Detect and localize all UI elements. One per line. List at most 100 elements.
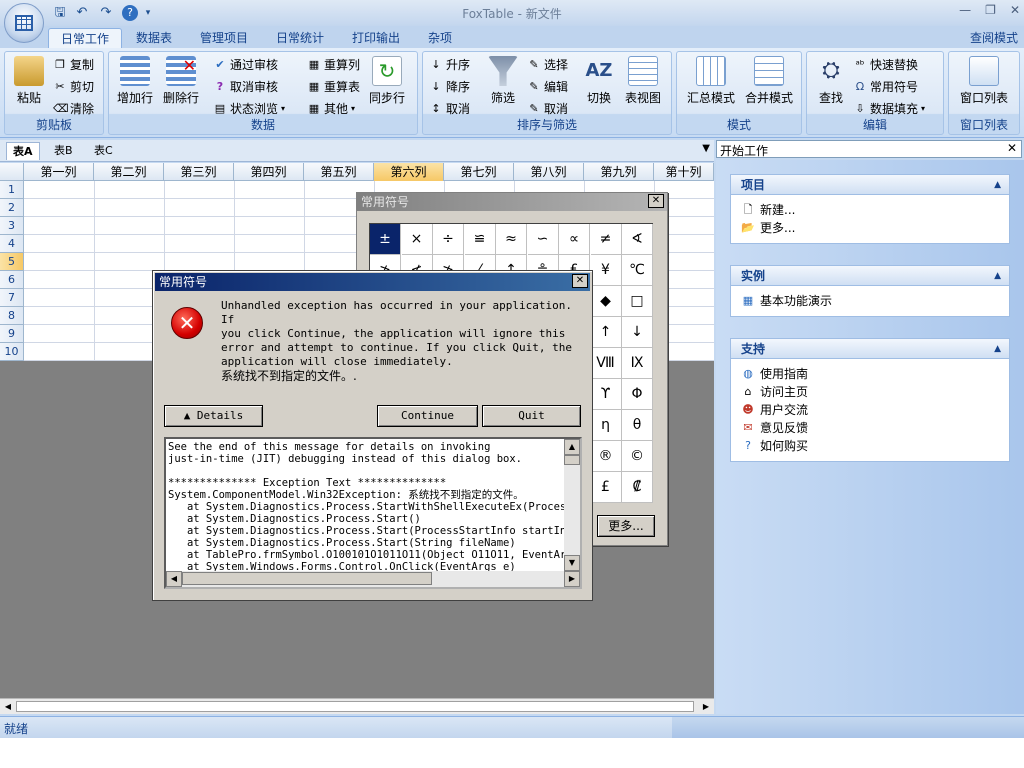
tab-misc[interactable]: 杂项 — [416, 28, 464, 48]
symbol-cell[interactable]: ÷ — [433, 224, 464, 255]
more-link[interactable]: 📂 更多... — [731, 219, 1009, 237]
symbol-cell[interactable]: ∝ — [559, 224, 590, 255]
symbol-cell[interactable]: × — [401, 224, 433, 255]
select-all-corner[interactable] — [0, 163, 24, 181]
collapse-icon[interactable]: ▲ — [994, 339, 1001, 359]
community-link[interactable]: ☻ 用户交流 — [731, 401, 1009, 419]
scroll-down-icon[interactable]: ▼ — [564, 555, 580, 571]
symbol-cell[interactable]: ∽ — [527, 224, 559, 255]
cut-button[interactable]: ✂ 剪切 — [53, 78, 94, 96]
row-header[interactable]: 4 — [0, 235, 24, 253]
symbol-cell[interactable]: □ — [622, 286, 653, 317]
restore-button[interactable]: ❐ — [985, 3, 996, 17]
row-header[interactable]: 2 — [0, 199, 24, 217]
filter-select-button[interactable]: ✎ 选择 — [527, 56, 568, 74]
panel-header[interactable]: 实例 ▲ — [731, 266, 1009, 286]
details-button[interactable]: ▲ Details — [164, 405, 263, 427]
task-pane-close-icon[interactable]: ✕ — [1007, 141, 1017, 155]
sort-asc-button[interactable]: ↓ 升序 — [429, 56, 470, 74]
sort-desc-button[interactable]: ↓ 降序 — [429, 78, 470, 96]
quit-button[interactable]: Quit — [482, 405, 581, 427]
merge-mode-button[interactable]: 合并模式 — [739, 56, 799, 106]
symbol-cell[interactable]: Ⅷ — [590, 348, 622, 379]
row-header[interactable]: 1 — [0, 181, 24, 199]
sync-row-button[interactable]: ↻ 同步行 — [365, 56, 409, 106]
symbol-cell[interactable]: ¥ — [590, 255, 622, 286]
demo-link[interactable]: ▦ 基本功能演示 — [731, 292, 1009, 310]
filter-button[interactable]: 筛选 — [481, 56, 525, 106]
scroll-right-icon[interactable]: ▶ — [564, 571, 580, 587]
minimize-button[interactable]: — — [959, 3, 971, 17]
column-header[interactable]: 第五列 — [304, 163, 374, 181]
symbol-cell[interactable]: ↑ — [590, 317, 622, 348]
find-button[interactable]: ⛭ 查找 — [809, 56, 853, 106]
delete-row-button[interactable]: ✕ 删除行 — [159, 56, 203, 106]
paste-button[interactable]: 粘贴 — [7, 56, 51, 106]
symbol-cell[interactable]: © — [622, 441, 653, 472]
column-header[interactable]: 第四列 — [234, 163, 304, 181]
row-header[interactable]: 3 — [0, 217, 24, 235]
recalc-table-button[interactable]: ▦ 重算表 — [307, 78, 360, 96]
scroll-thumb[interactable] — [182, 572, 432, 585]
scroll-right-icon[interactable]: ▶ — [699, 700, 713, 713]
quick-replace-button[interactable]: ᵃᵇ 快速替换 — [853, 56, 918, 74]
scroll-thumb[interactable] — [564, 455, 580, 465]
symbol-cell[interactable]: ® — [590, 441, 622, 472]
column-header[interactable]: 第三列 — [164, 163, 234, 181]
panel-header[interactable]: 项目 ▲ — [731, 175, 1009, 195]
column-header-selected[interactable]: 第六列 — [374, 163, 444, 181]
scroll-up-icon[interactable]: ▲ — [564, 439, 580, 455]
column-header[interactable]: 第十列 — [654, 163, 714, 181]
symbol-cell[interactable]: ₡ — [622, 472, 653, 503]
row-header-selected[interactable]: 5 — [0, 253, 24, 271]
symbol-cell[interactable]: θ — [622, 410, 653, 441]
unapprove-button[interactable]: ? 取消审核 — [213, 78, 278, 96]
symbol-cell[interactable]: ≈ — [496, 224, 527, 255]
scroll-thumb[interactable] — [16, 701, 694, 712]
approve-button[interactable]: ✔ 通过审核 — [213, 56, 278, 74]
close-icon[interactable]: ✕ — [648, 194, 664, 208]
tab-data-table[interactable]: 数据表 — [124, 28, 184, 48]
vertical-scrollbar[interactable]: ▲ ▼ — [564, 439, 580, 571]
more-symbols-button[interactable]: 更多... — [597, 515, 655, 537]
row-header[interactable]: 10 — [0, 343, 24, 361]
tab-daily-work[interactable]: 日常工作 — [48, 28, 123, 48]
copy-button[interactable]: ❐ 复制 — [53, 56, 94, 74]
window-list-button[interactable]: 窗口列表 — [953, 56, 1015, 106]
close-button[interactable]: ✕ — [1010, 3, 1020, 17]
tab-menu-icon[interactable]: ▼ — [702, 143, 710, 154]
horizontal-scrollbar[interactable]: ◀ ▶ — [0, 698, 714, 714]
symbol-cell[interactable]: ≠ — [590, 224, 622, 255]
app-menu-button[interactable] — [4, 3, 44, 43]
collapse-icon[interactable]: ▲ — [994, 175, 1001, 195]
scroll-left-icon[interactable]: ◀ — [1, 700, 15, 713]
symbol-cell[interactable]: ↓ — [622, 317, 653, 348]
symbol-cell[interactable]: η — [590, 410, 622, 441]
close-icon[interactable]: ✕ — [572, 274, 588, 288]
symbol-cell[interactable]: Φ — [622, 379, 653, 410]
sheet-tab-b[interactable]: 表B — [48, 142, 79, 160]
scroll-left-icon[interactable]: ◀ — [166, 571, 182, 587]
table-view-button[interactable]: 表视图 — [621, 56, 665, 106]
exception-details-textbox[interactable]: See the end of this message for details … — [164, 437, 582, 589]
symbol-cell[interactable]: ± — [370, 224, 401, 255]
add-row-button[interactable]: 增加行 — [113, 56, 157, 106]
new-link[interactable]: 🗋 新建... — [731, 201, 1009, 219]
symbol-cell[interactable]: ◆ — [590, 286, 622, 317]
row-header[interactable]: 6 — [0, 271, 24, 289]
horizontal-scrollbar[interactable]: ◀ ▶ — [166, 571, 580, 587]
row-header[interactable]: 9 — [0, 325, 24, 343]
column-header[interactable]: 第一列 — [24, 163, 94, 181]
homepage-link[interactable]: ⌂ 访问主页 — [731, 383, 1009, 401]
symbol-cell[interactable]: £ — [590, 472, 622, 503]
symbol-cell[interactable]: ∢ — [622, 224, 653, 255]
feedback-link[interactable]: ✉ 意见反馈 — [731, 419, 1009, 437]
summary-mode-button[interactable]: 汇总模式 — [681, 56, 741, 106]
tab-print-output[interactable]: 打印输出 — [340, 28, 412, 48]
row-header[interactable]: 8 — [0, 307, 24, 325]
purchase-link[interactable]: ? 如何购买 — [731, 437, 1009, 455]
collapse-icon[interactable]: ▲ — [994, 266, 1001, 286]
column-header[interactable]: 第二列 — [94, 163, 164, 181]
toggle-button[interactable]: AZ 切换 — [577, 56, 621, 106]
sheet-tab-a[interactable]: 表A — [6, 142, 40, 160]
